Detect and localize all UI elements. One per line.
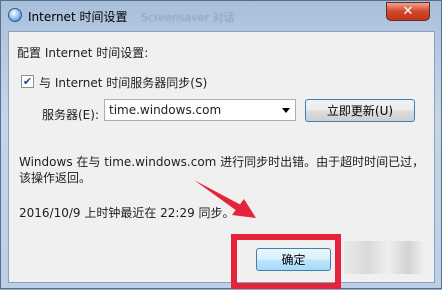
arrow-shaft [194, 180, 241, 211]
annotation-arrow [194, 180, 256, 218]
dialog-window: Internet 时间设置 Screensaver 对话 ✕ 配置 Intern… [0, 0, 442, 289]
highlight-box [231, 234, 341, 289]
